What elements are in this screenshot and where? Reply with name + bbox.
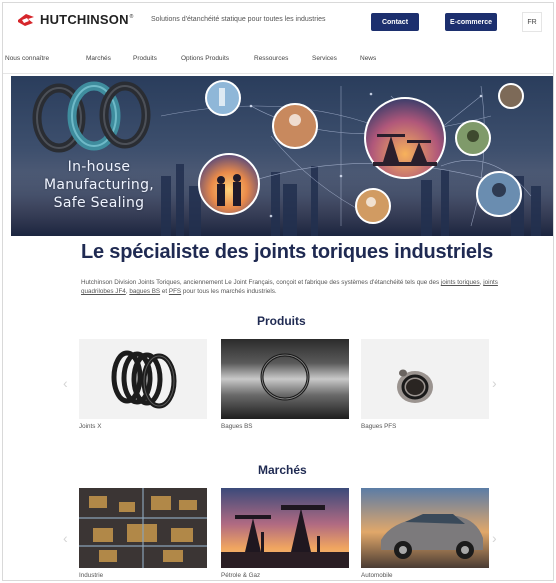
- market-image-petrole-gaz: [221, 488, 349, 568]
- logo-text: HUTCHINSON: [40, 12, 129, 27]
- intro-text-b: pour tous les marchés industriels.: [181, 288, 277, 295]
- hero-line-3: Safe Sealing: [53, 195, 145, 211]
- link-pfs[interactable]: PFS: [169, 288, 181, 295]
- page-title: Le spécialiste des joints toriques indus…: [81, 241, 494, 263]
- intro-sep-3: et: [160, 288, 169, 295]
- link-joints-toriques[interactable]: joints toriques: [441, 279, 480, 286]
- hero-line-1: In-house: [67, 159, 131, 175]
- ecommerce-button[interactable]: E-commerce: [445, 13, 497, 31]
- market-card-automobile[interactable]: Automobile: [361, 488, 489, 579]
- nav-item-produits[interactable]: Produits: [133, 55, 157, 62]
- market-label-petrole-gaz: Pétrole & Gaz: [221, 572, 261, 579]
- hutchinson-logo-icon: [18, 13, 34, 26]
- markets-carousel-prev-icon[interactable]: ‹: [63, 530, 68, 546]
- nav-item-options-produits[interactable]: Options Produits: [181, 55, 229, 62]
- product-label-bagues-pfs: Bagues PFS: [361, 423, 397, 430]
- main-nav: Nous connaître Marchés Produits Options …: [3, 47, 553, 71]
- product-image-bagues-bs: [221, 339, 349, 419]
- carousel-prev-icon[interactable]: ‹: [63, 375, 68, 391]
- hero-illustration: [11, 80, 553, 236]
- product-label-bagues-bs: Bagues BS: [221, 423, 253, 430]
- product-image-joints-x: [79, 339, 207, 419]
- hutchinson-logo[interactable]: HUTCHINSON ®: [16, 12, 133, 27]
- header: HUTCHINSON ® Solutions d'étanchéité stat…: [3, 3, 553, 41]
- nav-divider: [3, 73, 553, 74]
- logo-registered-mark: ®: [129, 13, 134, 20]
- nav-item-ressources[interactable]: Ressources: [254, 55, 288, 62]
- hero-banner: In-house Manufacturing, Safe Sealing: [11, 76, 553, 236]
- product-image-bagues-pfs: [361, 339, 489, 419]
- product-card-joints-x[interactable]: Joints X: [79, 339, 207, 430]
- language-selector[interactable]: FR: [522, 12, 542, 32]
- section-title-marches: Marchés: [258, 463, 307, 477]
- hero-line-2: Manufacturing,: [43, 177, 155, 193]
- nav-item-marches[interactable]: Marchés: [86, 55, 111, 62]
- product-card-bagues-pfs[interactable]: Bagues PFS: [361, 339, 489, 430]
- carousel-next-icon[interactable]: ›: [492, 375, 497, 391]
- markets-carousel-next-icon[interactable]: ›: [492, 530, 497, 546]
- header-tagline: Solutions d'étanchéité statique pour tou…: [151, 16, 326, 23]
- market-image-industrie: [79, 488, 207, 568]
- product-label-joints-x: Joints X: [79, 423, 102, 430]
- intro-text-a: Hutchinson Division Joints Toriques, anc…: [81, 279, 441, 286]
- nav-item-news[interactable]: News: [360, 55, 376, 62]
- contact-button[interactable]: Contact: [371, 13, 419, 31]
- market-card-petrole-gaz[interactable]: Pétrole & Gaz: [221, 488, 349, 579]
- nav-item-services[interactable]: Services: [312, 55, 337, 62]
- market-image-automobile: [361, 488, 489, 568]
- market-label-automobile: Automobile: [361, 572, 393, 579]
- page: HUTCHINSON ® Solutions d'étanchéité stat…: [2, 2, 554, 581]
- nav-item-nous-connaitre[interactable]: Nous connaître: [5, 55, 49, 62]
- section-title-produits: Produits: [257, 314, 306, 328]
- market-label-industrie: Industrie: [79, 572, 104, 579]
- market-card-industrie[interactable]: Industrie: [79, 488, 207, 579]
- hero-headline: In-house Manufacturing, Safe Sealing: [39, 158, 159, 212]
- link-bagues-bs[interactable]: bagues BS: [129, 288, 160, 295]
- product-card-bagues-bs[interactable]: Bagues BS: [221, 339, 349, 430]
- intro-paragraph: Hutchinson Division Joints Toriques, anc…: [81, 278, 501, 296]
